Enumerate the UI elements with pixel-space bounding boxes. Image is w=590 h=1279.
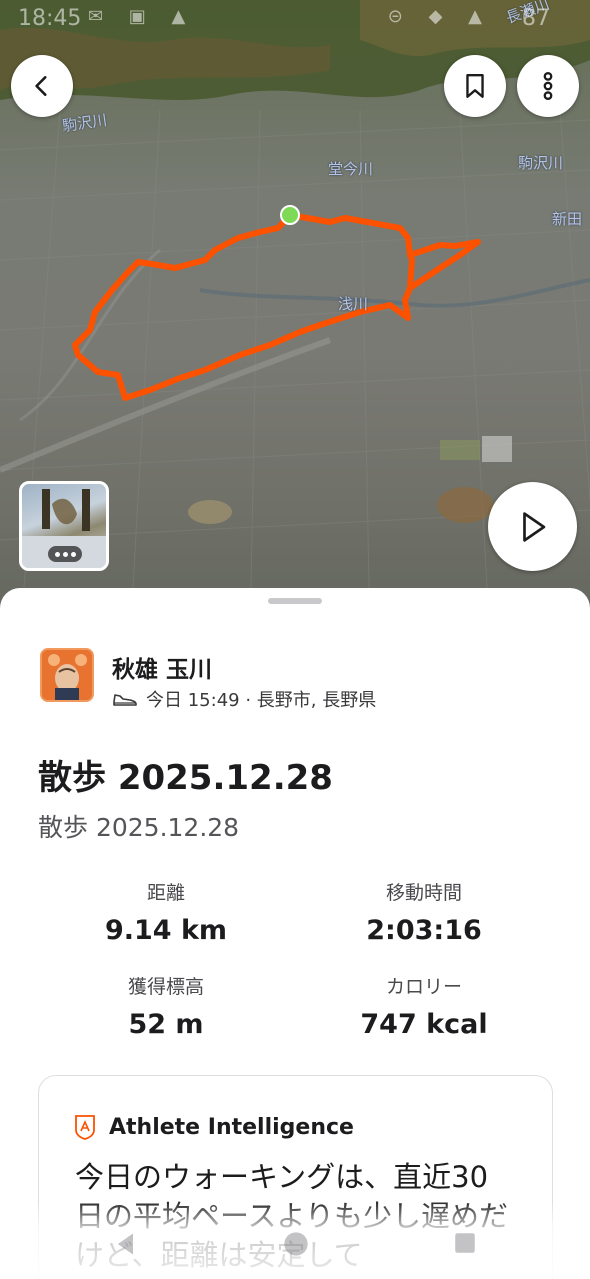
activity-title: 散歩 2025.12.28 — [38, 758, 333, 798]
nav-home-icon[interactable] — [282, 1230, 310, 1258]
stat-calories: カロリー 747 kcal — [294, 972, 554, 1040]
athlete-intelligence-title: Athlete Intelligence — [109, 1114, 354, 1140]
stat-value: 52 m — [128, 1009, 204, 1040]
status-bar: 18:45 ✉ ▣ ▲ ⊝ ◆ ▲ 87 — [0, 0, 590, 40]
stat-label: カロリー — [385, 976, 462, 998]
stat-value: 747 kcal — [360, 1009, 488, 1040]
activity-meta: 今日 15:49 · 長野市, 長野県 — [112, 686, 376, 712]
athlete-intelligence-icon — [75, 1115, 95, 1140]
route-map[interactable]: 駒沢川 堂今川 駒沢川 新田 浅川 長瀬川 18:45 ✉ ▣ ▲ ⊝ ◆ ▲ … — [0, 0, 590, 640]
activity-detail-sheet: 秋雄 玉川 今日 15:49 · 長野市, 長野県 散歩 2025.12.28 … — [0, 588, 590, 1279]
map-label: 浅川 — [338, 295, 369, 313]
chevron-left-icon — [35, 76, 47, 96]
bookmark-button[interactable] — [444, 55, 506, 117]
map-label: 新田 — [552, 210, 583, 228]
shoe-icon — [113, 694, 137, 706]
stat-moving-time: 移動時間 2:03:16 — [294, 878, 554, 946]
stat-label: 距離 — [146, 882, 185, 904]
athlete-intelligence-header: Athlete Intelligence — [73, 1114, 354, 1140]
system-icons: ⊝ ◆ ▲ — [387, 6, 492, 27]
more-options-button[interactable] — [517, 55, 579, 117]
avatar[interactable] — [40, 648, 94, 702]
avatar-image — [42, 650, 92, 700]
nav-back-icon[interactable] — [112, 1230, 140, 1258]
activity-date-location: 今日 15:49 · 長野市, 長野県 — [146, 690, 377, 711]
stat-elevation-gain: 獲得標高 52 m — [36, 972, 296, 1040]
stat-value: 9.14 km — [104, 915, 228, 946]
sheet-drag-handle[interactable] — [268, 598, 322, 604]
stat-label: 獲得標高 — [127, 976, 204, 998]
stat-label: 移動時間 — [385, 882, 462, 904]
play-flyover-button[interactable] — [488, 482, 577, 571]
play-icon — [522, 511, 545, 542]
stat-value: 2:03:16 — [366, 915, 482, 946]
battery-level: 87 — [522, 6, 550, 31]
more-vertical-icon — [543, 71, 553, 101]
photo-count-indicator — [48, 546, 82, 562]
bookmark-icon — [466, 74, 484, 98]
map-label: 駒沢川 — [518, 154, 564, 172]
map-label: 堂今川 — [328, 160, 374, 178]
stat-distance: 距離 9.14 km — [36, 878, 296, 946]
athlete-name[interactable]: 秋雄 玉川 — [112, 650, 212, 684]
notification-icons: ✉ ▣ ▲ — [88, 6, 196, 27]
photo-thumbnail[interactable] — [19, 481, 109, 571]
system-navigation-bar — [0, 1200, 590, 1279]
status-time: 18:45 — [18, 6, 82, 31]
nav-recents-icon[interactable] — [452, 1230, 478, 1256]
back-button[interactable] — [11, 55, 73, 117]
route-start-marker — [280, 205, 300, 225]
activity-description: 散歩 2025.12.28 — [38, 813, 240, 842]
